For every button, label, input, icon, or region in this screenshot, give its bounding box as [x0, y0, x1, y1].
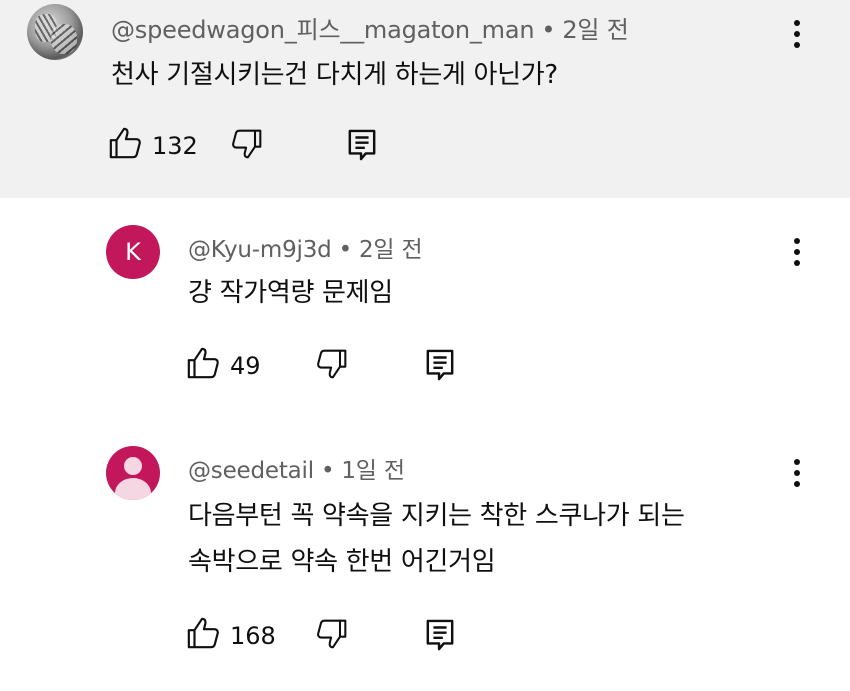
comment-highlighted: @speedwagon_피스__magaton_man • 2일 전 천사 기절시키…	[0, 0, 850, 198]
separator-dot: •	[320, 458, 335, 484]
person-icon	[124, 457, 142, 475]
comment-line: 천사 기절시키는건 다치게 하는게 아닌가?	[111, 60, 558, 90]
dislike-button[interactable]	[316, 618, 348, 650]
comment-meta: @seedetail • 1일 전	[188, 451, 405, 485]
reply-button[interactable]	[425, 618, 455, 652]
like-count: 132	[152, 132, 198, 160]
more-options-icon[interactable]	[792, 238, 802, 272]
author-name[interactable]: @seedetail	[188, 458, 314, 484]
thumb-down-icon	[231, 128, 263, 160]
like-count: 168	[230, 622, 276, 650]
like-count: 49	[230, 352, 261, 380]
thumb-up-icon	[186, 616, 220, 650]
like-button[interactable]	[186, 616, 220, 650]
timestamp: 2일 전	[562, 16, 629, 44]
more-options-icon[interactable]	[792, 459, 802, 493]
avatar[interactable]: K	[106, 225, 160, 279]
thumb-down-icon	[316, 618, 348, 650]
comment-text: 다음부턴 꼭 약속을 지키는 착한 스쿠나가 되는 속박으로 약속 한번 어긴거…	[188, 493, 685, 585]
comment-meta: @Kyu-m9j3d • 2일 전	[188, 230, 423, 264]
timestamp: 2일 전	[358, 237, 423, 263]
comment-line: 속박으로 약속 한번 어긴거임	[188, 547, 496, 577]
avatar[interactable]	[106, 446, 160, 500]
thumb-down-icon	[316, 348, 348, 380]
comment-reply: K @Kyu-m9j3d • 2일 전 걍 작가역량 문제임 49	[0, 198, 850, 413]
dislike-button[interactable]	[316, 348, 348, 380]
comment-line: 걍 작가역량 문제임	[188, 278, 393, 308]
comment-text: 천사 기절시키는건 다치게 하는게 아닌가?	[111, 52, 558, 98]
reply-icon	[425, 618, 455, 652]
comment-reply: @seedetail • 1일 전 다음부턴 꼭 약속을 지키는 착한 스쿠나가 되…	[0, 413, 850, 691]
thumb-up-icon	[186, 346, 220, 380]
reply-icon	[425, 348, 455, 382]
dislike-button[interactable]	[231, 128, 263, 160]
comment-meta: @speedwagon_피스__magaton_man • 2일 전	[111, 10, 629, 45]
author-name[interactable]: @speedwagon_피스__magaton_man	[111, 16, 535, 44]
reply-icon	[347, 128, 377, 162]
comment-line: 다음부턴 꼭 약속을 지키는 착한 스쿠나가 되는	[188, 501, 685, 531]
author-name[interactable]: @Kyu-m9j3d	[188, 237, 332, 263]
like-button[interactable]	[108, 126, 142, 160]
timestamp: 1일 전	[341, 458, 405, 484]
avatar[interactable]	[27, 4, 83, 60]
comment-text: 걍 작가역량 문제임	[188, 270, 393, 316]
thumb-up-icon	[108, 126, 142, 160]
reply-button[interactable]	[425, 348, 455, 382]
separator-dot: •	[541, 16, 556, 44]
reply-button[interactable]	[347, 128, 377, 162]
like-button[interactable]	[186, 346, 220, 380]
more-options-icon[interactable]	[792, 20, 802, 54]
separator-dot: •	[338, 237, 353, 263]
